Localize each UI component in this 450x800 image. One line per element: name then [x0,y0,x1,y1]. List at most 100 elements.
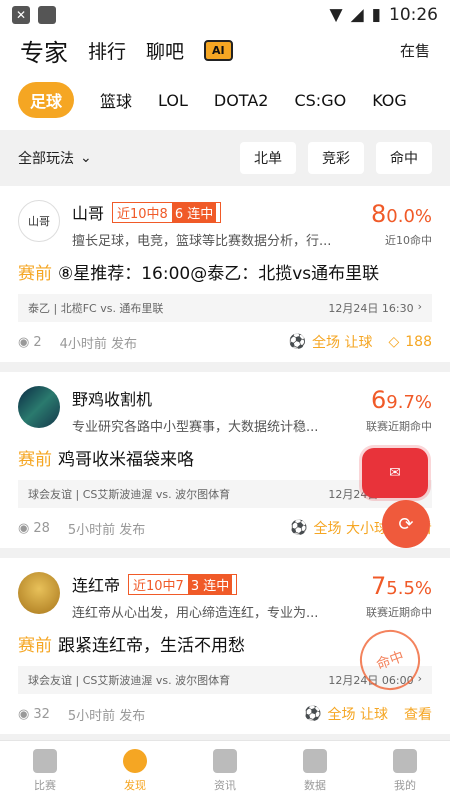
sport-tab-basketball[interactable]: 篮球 [100,88,132,112]
play-type: 全场 大小球 [313,521,388,537]
play-type: 全场 让球 [327,707,388,723]
expert-desc: 擅长足球，电竞，篮球等比赛数据分析，行... [72,234,332,249]
tab-experts[interactable]: 专家 [20,33,68,68]
chevron-down-icon: ⌄ [80,150,92,166]
match-info[interactable]: 泰乙 | 北榄FC vs. 通布里联 12月24日 16:30 › [18,294,432,322]
app-icon [38,6,56,24]
compass-icon [123,748,147,773]
nav-label: 我的 [394,778,416,792]
match-teams: 球会友谊 | CS艾斯波迪渥 vs. 波尔图体育 [28,488,231,501]
sport-tab-kog[interactable]: KOG [372,91,407,110]
streak-highlight: 3 连中 [187,574,233,594]
top-nav: 专家 排行 聊吧 AI 在售 [0,30,450,70]
streak-badge: 近10中8 6 连中 [112,201,222,223]
football-icon: ⚽ [290,520,308,536]
hit-rate: 69.7% [366,386,432,414]
all-plays-dropdown[interactable]: 全部玩法 ⌄ [18,148,92,168]
hit-rate-big: 8 [370,200,387,228]
hit-rate-rest: 5.5% [386,578,432,599]
refresh-icon: ⟳ [398,513,414,535]
nav-me[interactable]: 我的 [360,741,450,800]
nav-discover[interactable]: 发现 [90,741,180,800]
sport-tab-dota2[interactable]: DOTA2 [214,91,269,110]
nav-label: 比赛 [34,778,56,792]
eye-icon: ◉ [18,706,30,722]
hit-rate-big: 6 [370,386,387,414]
diamond-icon: ◇ [388,334,400,350]
expert-card[interactable]: 山哥 山哥 近10中8 6 连中 擅长足球，电竞，篮球等比赛数据分析，行... … [0,186,450,362]
publish-time: 5小时前 发布 [67,522,146,538]
streak-badge: 近10中7 3 连中 [128,573,238,595]
shield-icon: ✕ [12,6,30,24]
views-count: 32 [33,706,50,722]
publish-time: 4小时前 发布 [59,336,138,352]
bottom-nav: 比赛 发现 资讯 数据 我的 [0,740,450,800]
filter-beidan[interactable]: 北单 [240,142,296,174]
filter-jingcai[interactable]: 竞彩 [308,142,364,174]
nav-label: 资讯 [214,778,236,792]
sport-tab-csgo[interactable]: CS:GO [294,91,346,110]
views-count: 2 [33,334,42,350]
views-count: 28 [33,520,50,536]
expert-desc: 连红帝从心出发，用心缔造连红，专业为... [72,606,319,621]
expert-card[interactable]: 连红帝 近10中7 3 连中 连红帝从心出发，用心缔造连红，专业为... 75.… [0,558,450,734]
expert-name: 野鸡收割机 [72,390,153,409]
on-sale-link[interactable]: 在售 [400,40,430,61]
views: ◉ 32 [18,707,50,722]
streak-text: 近10中7 [133,578,184,594]
chevron-right-icon: › [417,672,422,685]
all-plays-label: 全部玩法 [18,151,74,167]
refresh-float-button[interactable]: ⟳ [382,500,430,548]
chart-icon [303,748,327,773]
sport-tabs: 足球 篮球 LOL DOTA2 CS:GO KOG [0,70,450,130]
match-teams: 泰乙 | 北榄FC vs. 通布里联 [28,302,164,315]
sport-tab-football[interactable]: 足球 [18,82,75,118]
nav-label: 数据 [304,778,326,792]
user-icon [393,748,417,773]
football-icon: ⚽ [288,334,307,350]
pre-match-label: 赛前 [18,264,52,284]
price[interactable]: 188 [405,334,432,350]
expert-desc: 专业研究各路中小型赛事，大数据统计稳... [72,420,319,435]
filter-hit[interactable]: 命中 [376,142,432,174]
filter-bar: 全部玩法 ⌄ 北单 竞彩 命中 [0,130,450,186]
avatar[interactable] [18,572,60,614]
title-text: ⑧星推荐：16:00@泰乙：北揽vs通布里联 [58,264,380,284]
view-link[interactable]: 查看 [404,704,432,724]
expert-name: 连红帝 [72,576,121,595]
hit-rate-label: 联赛近期命中 [366,420,432,433]
nav-news[interactable]: 资讯 [180,741,270,800]
chevron-right-icon: › [417,300,422,313]
tab-chat[interactable]: 聊吧 [146,37,184,64]
ai-badge[interactable]: AI [204,39,233,61]
wifi-icon: ▼ [329,5,343,25]
hit-rate-label: 近10命中 [385,234,432,247]
eye-icon: ◉ [18,520,30,536]
status-time: 10:26 [389,5,438,25]
match-time: 12月24日 16:30 [328,302,414,315]
hit-rate-rest: 9.7% [386,392,432,413]
trophy-icon [33,748,57,773]
hit-rate-rest: 0.0% [386,206,432,227]
match-teams: 球会友谊 | CS艾斯波迪渥 vs. 波尔图体育 [28,674,231,687]
tab-ranking[interactable]: 排行 [88,37,126,64]
status-bar: ✕ ▼ ◢ ▮ 10:26 [0,0,450,30]
hit-rate-label: 联赛近期命中 [366,606,432,619]
battery-icon: ▮ [371,5,381,25]
article-title[interactable]: 赛前 ⑧星推荐：16:00@泰乙：北揽vs通布里联 [18,259,432,284]
sport-tab-lol[interactable]: LOL [158,91,188,110]
gift-icon: ✉ [389,465,401,481]
title-text: 跟紧连红帝，生活不用愁 [58,636,245,656]
avatar[interactable]: 山哥 [18,200,60,242]
nav-matches[interactable]: 比赛 [0,741,90,800]
play-type: 全场 让球 [312,335,373,351]
nav-data[interactable]: 数据 [270,741,360,800]
hit-rate-big: 7 [370,572,387,600]
signal-icon: ◢ [350,5,364,25]
pre-match-label: 赛前 [18,636,52,656]
avatar[interactable] [18,386,60,428]
red-packet-float-button[interactable]: ✉ [362,448,428,498]
views: ◉ 2 [18,335,42,350]
hit-rate: 75.5% [366,572,432,600]
nav-label: 发现 [124,778,146,792]
